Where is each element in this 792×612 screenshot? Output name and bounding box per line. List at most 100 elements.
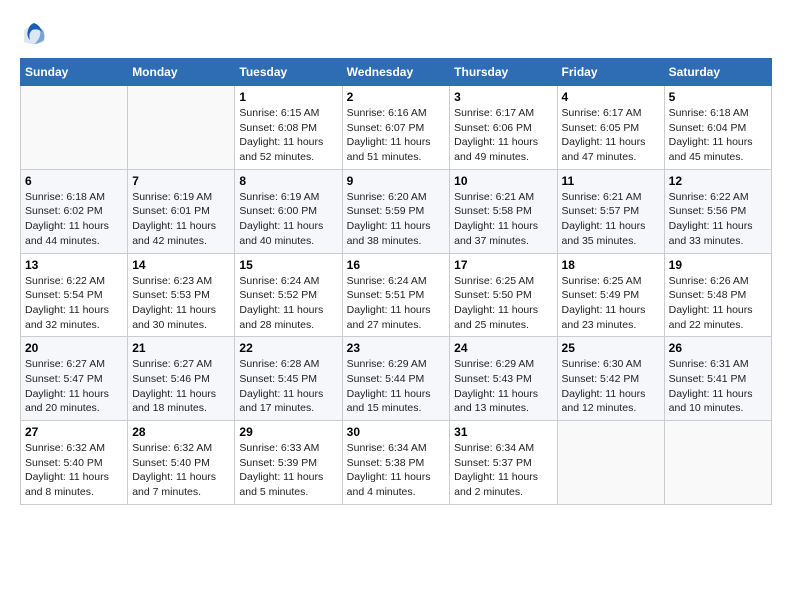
cell-content: Sunrise: 6:29 AMSunset: 5:43 PMDaylight:…	[454, 357, 552, 416]
day-number: 27	[25, 425, 123, 439]
day-number: 21	[132, 341, 230, 355]
day-number: 30	[347, 425, 446, 439]
day-number: 31	[454, 425, 552, 439]
logo	[20, 20, 50, 48]
calendar-body: 1 Sunrise: 6:15 AMSunset: 6:08 PMDaylight…	[21, 86, 772, 505]
day-number: 20	[25, 341, 123, 355]
cell-content: Sunrise: 6:24 AMSunset: 5:51 PMDaylight:…	[347, 274, 446, 333]
header-monday: Monday	[128, 59, 235, 86]
calendar-week-2: 6Sunrise: 6:18 AMSunset: 6:02 PMDaylight…	[21, 169, 772, 253]
calendar-table: SundayMondayTuesdayWednesdayThursdayFrid…	[20, 58, 772, 505]
day-number: 18	[562, 258, 660, 272]
header-saturday: Saturday	[664, 59, 771, 86]
day-number: 12	[669, 174, 767, 188]
calendar-cell: 1 Sunrise: 6:15 AMSunset: 6:08 PMDaylight…	[235, 86, 342, 170]
cell-content: Sunrise: 6:23 AMSunset: 5:53 PMDaylight:…	[132, 274, 230, 333]
calendar-cell: 24 Sunrise: 6:29 AMSunset: 5:43 PMDayligh…	[450, 337, 557, 421]
cell-content: Sunrise: 6:32 AMSunset: 5:40 PMDaylight:…	[25, 441, 123, 500]
cell-content: Sunrise: 6:19 AMSunset: 6:00 PMDaylight:…	[239, 190, 337, 249]
calendar-week-1: 1 Sunrise: 6:15 AMSunset: 6:08 PMDaylight…	[21, 86, 772, 170]
day-number: 26	[669, 341, 767, 355]
calendar-cell	[664, 421, 771, 505]
calendar-cell: 11Sunrise: 6:21 AMSunset: 5:57 PMDayligh…	[557, 169, 664, 253]
calendar-cell: 16 Sunrise: 6:24 AMSunset: 5:51 PMDayligh…	[342, 253, 450, 337]
day-number: 2	[347, 90, 446, 104]
calendar-cell: 28 Sunrise: 6:32 AMSunset: 5:40 PMDayligh…	[128, 421, 235, 505]
day-number: 3	[454, 90, 552, 104]
cell-content: Sunrise: 6:17 AMSunset: 6:06 PMDaylight:…	[454, 106, 552, 165]
day-number: 22	[239, 341, 337, 355]
calendar-cell: 19 Sunrise: 6:26 AMSunset: 5:48 PMDayligh…	[664, 253, 771, 337]
calendar-cell: 26 Sunrise: 6:31 AMSunset: 5:41 PMDayligh…	[664, 337, 771, 421]
day-number: 23	[347, 341, 446, 355]
day-number: 4	[562, 90, 660, 104]
cell-content: Sunrise: 6:22 AMSunset: 5:56 PMDaylight:…	[669, 190, 767, 249]
cell-content: Sunrise: 6:15 AMSunset: 6:08 PMDaylight:…	[239, 106, 337, 165]
day-number: 24	[454, 341, 552, 355]
cell-content: Sunrise: 6:29 AMSunset: 5:44 PMDaylight:…	[347, 357, 446, 416]
cell-content: Sunrise: 6:27 AMSunset: 5:47 PMDaylight:…	[25, 357, 123, 416]
day-number: 16	[347, 258, 446, 272]
calendar-cell: 31 Sunrise: 6:34 AMSunset: 5:37 PMDayligh…	[450, 421, 557, 505]
cell-content: Sunrise: 6:32 AMSunset: 5:40 PMDaylight:…	[132, 441, 230, 500]
day-number: 13	[25, 258, 123, 272]
calendar-cell	[128, 86, 235, 170]
calendar-cell: 6Sunrise: 6:18 AMSunset: 6:02 PMDaylight…	[21, 169, 128, 253]
cell-content: Sunrise: 6:25 AMSunset: 5:49 PMDaylight:…	[562, 274, 660, 333]
calendar-cell: 15Sunrise: 6:24 AMSunset: 5:52 PMDayligh…	[235, 253, 342, 337]
logo-icon	[20, 20, 48, 48]
cell-content: Sunrise: 6:16 AMSunset: 6:07 PMDaylight:…	[347, 106, 446, 165]
calendar-cell: 8 Sunrise: 6:19 AMSunset: 6:00 PMDaylight…	[235, 169, 342, 253]
header-wednesday: Wednesday	[342, 59, 450, 86]
calendar-cell: 9 Sunrise: 6:20 AMSunset: 5:59 PMDaylight…	[342, 169, 450, 253]
cell-content: Sunrise: 6:34 AMSunset: 5:37 PMDaylight:…	[454, 441, 552, 500]
calendar-cell: 4 Sunrise: 6:17 AMSunset: 6:05 PMDaylight…	[557, 86, 664, 170]
cell-content: Sunrise: 6:27 AMSunset: 5:46 PMDaylight:…	[132, 357, 230, 416]
day-number: 10	[454, 174, 552, 188]
day-number: 29	[239, 425, 337, 439]
page-header	[20, 20, 772, 48]
calendar-cell: 13 Sunrise: 6:22 AMSunset: 5:54 PMDayligh…	[21, 253, 128, 337]
day-number: 28	[132, 425, 230, 439]
day-number: 9	[347, 174, 446, 188]
calendar-week-3: 13 Sunrise: 6:22 AMSunset: 5:54 PMDayligh…	[21, 253, 772, 337]
cell-content: Sunrise: 6:24 AMSunset: 5:52 PMDaylight:…	[239, 274, 337, 333]
calendar-week-5: 27 Sunrise: 6:32 AMSunset: 5:40 PMDayligh…	[21, 421, 772, 505]
calendar-cell: 10 Sunrise: 6:21 AMSunset: 5:58 PMDayligh…	[450, 169, 557, 253]
cell-content: Sunrise: 6:20 AMSunset: 5:59 PMDaylight:…	[347, 190, 446, 249]
cell-content: Sunrise: 6:22 AMSunset: 5:54 PMDaylight:…	[25, 274, 123, 333]
calendar-cell: 18 Sunrise: 6:25 AMSunset: 5:49 PMDayligh…	[557, 253, 664, 337]
cell-content: Sunrise: 6:17 AMSunset: 6:05 PMDaylight:…	[562, 106, 660, 165]
day-number: 17	[454, 258, 552, 272]
cell-content: Sunrise: 6:30 AMSunset: 5:42 PMDaylight:…	[562, 357, 660, 416]
calendar-cell: 5Sunrise: 6:18 AMSunset: 6:04 PMDaylight…	[664, 86, 771, 170]
calendar-cell	[557, 421, 664, 505]
cell-content: Sunrise: 6:19 AMSunset: 6:01 PMDaylight:…	[132, 190, 230, 249]
cell-content: Sunrise: 6:25 AMSunset: 5:50 PMDaylight:…	[454, 274, 552, 333]
day-number: 6	[25, 174, 123, 188]
cell-content: Sunrise: 6:31 AMSunset: 5:41 PMDaylight:…	[669, 357, 767, 416]
calendar-cell: 23 Sunrise: 6:29 AMSunset: 5:44 PMDayligh…	[342, 337, 450, 421]
calendar-cell: 21 Sunrise: 6:27 AMSunset: 5:46 PMDayligh…	[128, 337, 235, 421]
cell-content: Sunrise: 6:26 AMSunset: 5:48 PMDaylight:…	[669, 274, 767, 333]
calendar-cell: 3 Sunrise: 6:17 AMSunset: 6:06 PMDaylight…	[450, 86, 557, 170]
day-number: 19	[669, 258, 767, 272]
day-number: 8	[239, 174, 337, 188]
calendar-header-row: SundayMondayTuesdayWednesdayThursdayFrid…	[21, 59, 772, 86]
calendar-cell: 17 Sunrise: 6:25 AMSunset: 5:50 PMDayligh…	[450, 253, 557, 337]
calendar-cell: 14 Sunrise: 6:23 AMSunset: 5:53 PMDayligh…	[128, 253, 235, 337]
calendar-cell: 12 Sunrise: 6:22 AMSunset: 5:56 PMDayligh…	[664, 169, 771, 253]
calendar-cell: 27 Sunrise: 6:32 AMSunset: 5:40 PMDayligh…	[21, 421, 128, 505]
cell-content: Sunrise: 6:18 AMSunset: 6:04 PMDaylight:…	[669, 106, 767, 165]
cell-content: Sunrise: 6:21 AMSunset: 5:57 PMDaylight:…	[562, 190, 660, 249]
header-sunday: Sunday	[21, 59, 128, 86]
calendar-cell: 25 Sunrise: 6:30 AMSunset: 5:42 PMDayligh…	[557, 337, 664, 421]
day-number: 14	[132, 258, 230, 272]
calendar-cell: 29Sunrise: 6:33 AMSunset: 5:39 PMDayligh…	[235, 421, 342, 505]
day-number: 25	[562, 341, 660, 355]
cell-content: Sunrise: 6:21 AMSunset: 5:58 PMDaylight:…	[454, 190, 552, 249]
calendar-cell: 2 Sunrise: 6:16 AMSunset: 6:07 PMDaylight…	[342, 86, 450, 170]
day-number: 1	[239, 90, 337, 104]
day-number: 7	[132, 174, 230, 188]
calendar-week-4: 20 Sunrise: 6:27 AMSunset: 5:47 PMDayligh…	[21, 337, 772, 421]
